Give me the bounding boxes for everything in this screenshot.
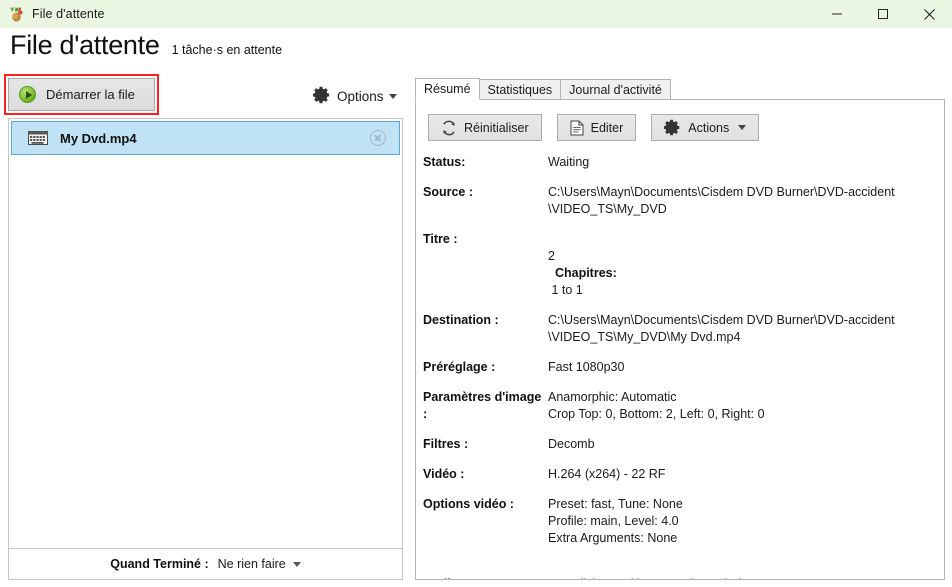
picture-value: Anamorphic: Automatic Crop Top: 0, Botto… xyxy=(548,390,765,421)
queue-list-item[interactable]: My Dvd.mp4 xyxy=(11,121,400,155)
edit-button[interactable]: Editer xyxy=(556,114,637,141)
detail-row-video: Vidéo : H.264 (x264) - 22 RF xyxy=(416,466,944,483)
detail-row-title: Titre : 2 Chapitres: 1 to 1 xyxy=(416,231,944,299)
filters-label: Filtres : xyxy=(423,437,469,451)
summary-panel: Réinitialiser Editer Actions Status: Wai… xyxy=(415,99,945,580)
start-queue-label: Démarrer la file xyxy=(46,87,135,102)
queue-window: File d'attente File d'attente 1 tâche·s … xyxy=(0,0,952,587)
reset-button[interactable]: Réinitialiser xyxy=(428,114,542,141)
detail-row-source: Source : C:\Users\Mayn\Documents\Cisdem … xyxy=(416,184,944,218)
options-button[interactable]: Options xyxy=(312,86,397,107)
queue-count-label: 1 tâche·s en attente xyxy=(171,43,283,57)
detail-row-picture: Paramètres d'image : Anamorphic: Automat… xyxy=(416,389,944,423)
destination-value: C:\Users\Mayn\Documents\Cisdem DVD Burne… xyxy=(548,313,895,344)
queue-item-label: My Dvd.mp4 xyxy=(60,130,137,146)
chevron-down-icon xyxy=(738,125,747,130)
page-title: File d'attente xyxy=(10,30,160,60)
detail-row-video-options: Options vidéo : Preset: fast, Tune: None… xyxy=(416,496,944,547)
detail-row-filters: Filtres : Decomb xyxy=(416,436,944,453)
chapters-label: Chapitres: xyxy=(554,266,617,280)
tab-resume-label: Résumé xyxy=(424,82,471,96)
refresh-icon xyxy=(441,120,457,136)
when-done-label: Quand Terminé : xyxy=(110,557,209,571)
title-label: Titre : xyxy=(423,232,458,246)
film-icon xyxy=(28,131,48,145)
options-label: Options xyxy=(337,89,384,104)
remove-circle-icon[interactable] xyxy=(370,130,386,146)
detail-row-status: Status: Waiting xyxy=(416,154,944,171)
preset-label: Préréglage : xyxy=(423,360,496,374)
when-done-bar: Quand Terminé : Ne rien faire xyxy=(8,548,403,580)
audio-value: 1 English, 160 kbps AAC (avcodec) xyxy=(548,576,944,579)
status-value: Waiting xyxy=(548,155,590,169)
when-done-value[interactable]: Ne rien faire xyxy=(218,557,286,571)
close-icon[interactable] xyxy=(906,0,952,28)
source-value: C:\Users\Mayn\Documents\Cisdem DVD Burne… xyxy=(548,185,895,216)
edit-label: Editer xyxy=(590,120,624,135)
title-value-group: 2 Chapitres: 1 to 1 xyxy=(548,231,944,299)
document-icon xyxy=(570,120,584,136)
queue-list[interactable]: My Dvd.mp4 xyxy=(8,118,403,548)
title-bar: File d'attente xyxy=(0,0,952,28)
tab-journal-activite[interactable]: Journal d'activité xyxy=(560,79,671,100)
chevron-down-icon[interactable] xyxy=(292,561,301,567)
video-label: Vidéo : xyxy=(423,467,465,481)
filters-value: Decomb xyxy=(548,437,595,451)
maximize-icon[interactable] xyxy=(860,0,906,28)
summary-details: Status: Waiting Source : C:\Users\Mayn\D… xyxy=(416,154,944,579)
panel-toolbar: Réinitialiser Editer Actions xyxy=(428,114,774,141)
tab-journal-activite-label: Journal d'activité xyxy=(569,82,662,97)
handbrake-pineapple-icon xyxy=(8,6,24,22)
audio-label: Audio : xyxy=(416,576,548,579)
details-spacer xyxy=(416,560,944,576)
actions-button[interactable]: Actions xyxy=(651,114,760,141)
tab-resume[interactable]: Résumé xyxy=(415,78,480,100)
window-title: File d'attente xyxy=(32,7,105,21)
preset-value: Fast 1080p30 xyxy=(548,360,625,374)
detail-row-audio: Audio : 1 English, 160 kbps AAC (avcodec… xyxy=(416,576,944,579)
gear-icon xyxy=(664,119,681,136)
page-header: File d'attente 1 tâche·s en attente xyxy=(10,30,282,61)
destination-label: Destination : xyxy=(423,313,499,327)
video-options-value: Preset: fast, Tune: None Profile: main, … xyxy=(548,497,683,545)
reset-label: Réinitialiser xyxy=(464,120,529,135)
gear-icon xyxy=(312,86,331,107)
tab-strip: Résumé Statistiques Journal d'activité xyxy=(415,78,671,100)
status-label: Status: xyxy=(423,155,466,169)
source-label: Source : xyxy=(423,185,474,199)
actions-label: Actions xyxy=(688,120,730,135)
video-value: H.264 (x264) - 22 RF xyxy=(548,467,666,481)
tab-statistiques[interactable]: Statistiques xyxy=(478,79,562,100)
start-queue-highlight: Démarrer la file xyxy=(4,74,159,115)
picture-label: Paramètres d'image : xyxy=(423,390,542,421)
chapters-value: 1 to 1 xyxy=(551,283,583,297)
minimize-icon[interactable] xyxy=(814,0,860,28)
play-icon xyxy=(19,86,36,103)
tab-statistiques-label: Statistiques xyxy=(487,82,553,97)
title-number: 2 xyxy=(548,249,555,263)
detail-row-destination: Destination : C:\Users\Mayn\Documents\Ci… xyxy=(416,312,944,346)
detail-row-preset: Préréglage : Fast 1080p30 xyxy=(416,359,944,376)
chevron-down-icon xyxy=(388,94,397,99)
start-queue-button[interactable]: Démarrer la file xyxy=(8,78,155,111)
video-options-label: Options vidéo : xyxy=(423,497,514,511)
